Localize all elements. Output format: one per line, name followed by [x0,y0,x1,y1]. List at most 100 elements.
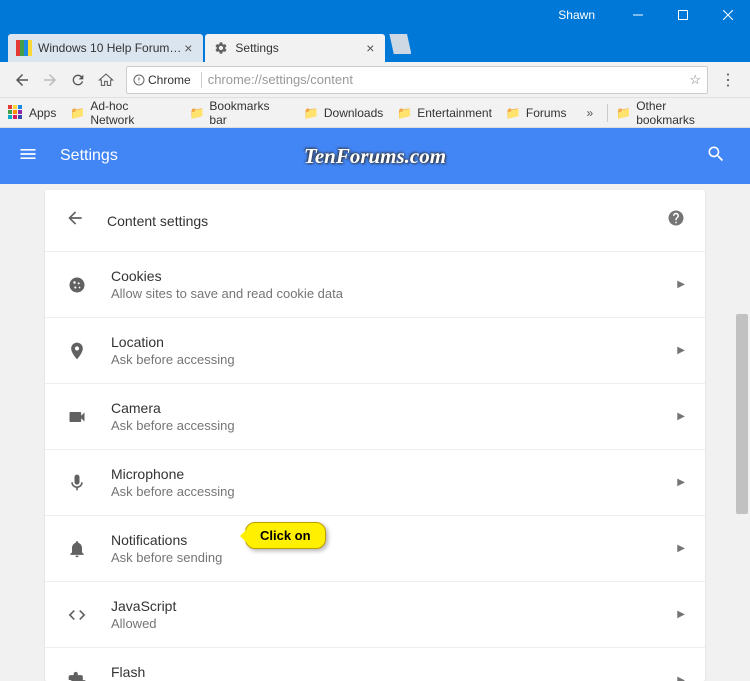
scrollbar[interactable] [734,184,750,681]
setting-name: Notifications [111,532,677,548]
bookmark-label: Other bookmarks [636,99,728,127]
setting-text: Notifications Ask before sending [111,532,677,565]
setting-row-microphone[interactable]: Microphone Ask before accessing ▶ [45,449,705,515]
setting-desc: Ask before accessing [111,352,677,367]
setting-text: Microphone Ask before accessing [111,466,677,499]
home-button[interactable] [92,66,120,94]
bookmark-label: Entertainment [417,106,492,120]
apps-label: Apps [29,106,56,120]
setting-name: JavaScript [111,598,677,614]
gear-icon [213,40,229,56]
bell-icon [65,539,89,559]
folder-icon: 📁 [616,106,631,120]
bookmarks-divider [607,104,608,122]
bookmark-star-icon[interactable]: ☆ [689,72,701,88]
setting-row-javascript[interactable]: JavaScript Allowed ▶ [45,581,705,647]
annotation-callout: Click on [245,522,326,549]
setting-text: Cookies Allow sites to save and read coo… [111,268,677,301]
setting-name: Camera [111,400,677,416]
window-titlebar: Shawn [0,0,750,30]
setting-text: Location Ask before accessing [111,334,677,367]
tab-strip: Windows 10 Help Forum… × Settings × [0,30,750,62]
chevron-right-icon: ▶ [677,675,685,681]
bookmark-folder-downloads[interactable]: 📁 Downloads [304,106,383,120]
setting-name: Location [111,334,677,350]
bookmark-label: Bookmarks bar [209,99,290,127]
tab-close-icon[interactable]: × [363,41,377,55]
back-button[interactable] [8,66,36,94]
new-tab-button[interactable] [389,34,411,54]
chevron-right-icon: ▶ [677,543,685,554]
card-header: Content settings [45,190,705,251]
setting-text: Flash Ask first [111,664,677,681]
hamburger-menu-button[interactable] [18,144,38,169]
setting-row-camera[interactable]: Camera Ask before accessing ▶ [45,383,705,449]
chevron-right-icon: ▶ [677,279,685,290]
setting-desc: Ask before sending [111,550,677,565]
setting-row-flash[interactable]: Flash Ask first ▶ [45,647,705,681]
setting-row-cookies[interactable]: Cookies Allow sites to save and read coo… [45,251,705,317]
setting-row-location[interactable]: Location Ask before accessing ▶ [45,317,705,383]
code-icon [65,605,89,625]
toolbar: Chrome chrome://settings/content ☆ ⋮ [0,62,750,98]
setting-name: Microphone [111,466,677,482]
location-icon [65,341,89,361]
setting-desc: Ask before accessing [111,484,677,499]
window-maximize-button[interactable] [660,0,705,30]
bookmark-folder-adhoc[interactable]: 📁 Ad-hoc Network [70,99,175,127]
content-settings-card: Content settings Cookies Allow sites to … [45,190,705,681]
setting-text: JavaScript Allowed [111,598,677,631]
apps-shortcut[interactable]: Apps [8,105,56,121]
setting-desc: Allowed [111,616,677,631]
tab-title: Windows 10 Help Forum… [38,41,181,55]
tab-windows10-help[interactable]: Windows 10 Help Forum… × [8,34,203,62]
security-label: Chrome [148,73,191,87]
back-arrow-button[interactable] [65,208,85,233]
bookmark-folder-bookmarksbar[interactable]: 📁Bookmarks bar [189,99,289,127]
window-minimize-button[interactable] [615,0,660,30]
other-bookmarks-button[interactable]: 📁 Other bookmarks [616,99,728,127]
tab-close-icon[interactable]: × [181,41,195,55]
bookmarks-bar: Apps 📁Ad-hoc Network 📁Bookmarks bar 📁Dow… [0,98,750,128]
chevron-right-icon: ▶ [677,411,685,422]
chevron-right-icon: ▶ [677,609,685,620]
folder-icon: 📁 [397,106,412,120]
chevron-right-icon: ▶ [677,345,685,356]
help-icon[interactable] [667,209,685,232]
setting-name: Cookies [111,268,677,284]
extension-icon [65,671,89,681]
omnibox-divider [201,72,202,88]
bookmark-label: Forums [526,106,567,120]
folder-icon: 📁 [304,106,319,120]
bookmarks-overflow-button[interactable]: » [587,106,594,120]
card-title: Content settings [107,213,667,229]
watermark-text: TenForums.com [304,144,446,169]
forward-button[interactable] [36,66,64,94]
setting-name: Flash [111,664,677,680]
setting-desc: Ask before accessing [111,418,677,433]
bookmark-folder-entertainment[interactable]: 📁 Entertainment [397,106,492,120]
bookmark-label: Ad-hoc Network [90,99,175,127]
setting-desc: Allow sites to save and read cookie data [111,286,677,301]
bookmark-folder-forums[interactable]: 📁Forums [506,106,567,120]
setting-row-notifications[interactable]: Notifications Ask before sending ▶ Click… [45,515,705,581]
url-text: chrome://settings/content [208,72,690,87]
scrollbar-thumb[interactable] [736,314,748,514]
search-button[interactable] [706,144,726,169]
chrome-menu-button[interactable]: ⋮ [714,70,742,90]
microphone-icon [65,473,89,493]
tab-settings[interactable]: Settings × [205,34,385,62]
folder-icon: 📁 [70,106,85,120]
camera-icon [65,407,89,427]
setting-text: Camera Ask before accessing [111,400,677,433]
bookmark-label: Downloads [324,106,383,120]
content-area: Content settings Cookies Allow sites to … [0,184,750,681]
settings-title: Settings [60,147,118,165]
window-close-button[interactable] [705,0,750,30]
security-indicator: Chrome [133,73,191,87]
chevron-right-icon: ▶ [677,477,685,488]
tab-title: Settings [235,41,363,55]
window-user: Shawn [558,8,595,22]
address-bar[interactable]: Chrome chrome://settings/content ☆ [126,66,708,94]
reload-button[interactable] [64,66,92,94]
